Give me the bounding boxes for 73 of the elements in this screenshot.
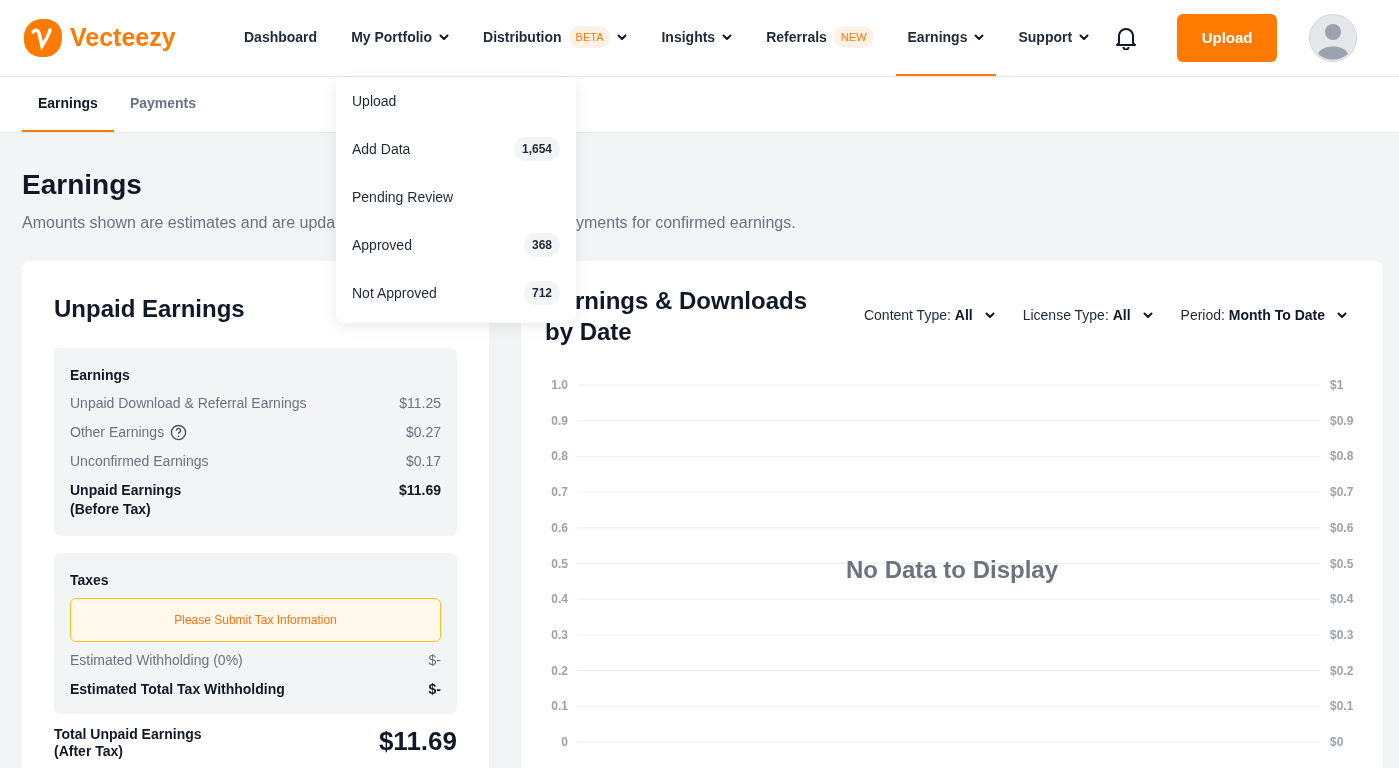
- axis-label: 0.1: [551, 699, 568, 714]
- nav-badge: NEW: [833, 25, 874, 49]
- axis-label: 0.2: [551, 663, 568, 678]
- row-label: Estimated Total Tax Withholding: [70, 680, 285, 699]
- row-label: Unpaid Download & Referral Earnings: [70, 394, 307, 413]
- total-value: $11.69: [378, 726, 457, 756]
- caret-icon: [1337, 312, 1347, 319]
- axis-label: 0.7: [551, 485, 568, 500]
- nav-item[interactable]: Support: [1006, 0, 1102, 76]
- axis-label: 0: [561, 735, 568, 749]
- axis-label: 0.8: [551, 449, 568, 464]
- row-value: $0.17: [405, 452, 441, 471]
- section-heading: Taxes: [70, 571, 110, 590]
- row-label: Unconfirmed Earnings: [70, 452, 209, 471]
- axis-label: 0.4: [551, 592, 568, 607]
- nav-item[interactable]: Dashboard: [232, 0, 330, 76]
- axis-label: 0.9: [551, 413, 568, 428]
- row-value: $11.25: [399, 394, 441, 413]
- page-subtitle: yments for confirmed earnings.: [576, 213, 796, 233]
- empty-chart-message: No Data to Display: [846, 556, 1058, 583]
- sub-tab[interactable]: Earnings: [22, 77, 114, 132]
- axis-label: $0.8: [1330, 449, 1354, 464]
- axis-label: $0.5: [1330, 556, 1354, 571]
- filter-dropdown[interactable]: Period: Month To Date: [1180, 305, 1347, 326]
- axis-label: 0.5: [551, 556, 568, 571]
- menu-item[interactable]: Add Data 1,654: [352, 125, 560, 173]
- chart-title: by Date: [545, 317, 633, 347]
- help-icon[interactable]: [170, 424, 188, 441]
- count-badge: 712: [523, 281, 560, 305]
- axis-label: 0.3: [551, 627, 568, 642]
- axis-label: $0.6: [1330, 520, 1354, 535]
- axis-label: $0: [1330, 735, 1344, 749]
- axis-label: $0.9: [1330, 413, 1354, 428]
- row-value: $0.27: [405, 423, 441, 442]
- menu-item[interactable]: Upload: [352, 77, 560, 125]
- axis-label: $0.7: [1330, 485, 1354, 500]
- caret-icon: [984, 312, 995, 319]
- notification-bell-icon[interactable]: [1115, 26, 1138, 50]
- axis-label: $0.4: [1330, 592, 1354, 607]
- filter-dropdown[interactable]: License Type: All: [1022, 305, 1153, 326]
- axis-label: 0.6: [551, 520, 568, 535]
- page-subtitle: Amounts shown are estimates and are upda: [22, 213, 336, 233]
- menu-item[interactable]: Pending Review: [352, 173, 560, 221]
- axis-label: $1: [1330, 378, 1344, 392]
- nav-item[interactable]: My Portfolio: [339, 0, 461, 76]
- row-value: $-: [428, 651, 441, 670]
- nav-item[interactable]: Distribution BETA: [471, 0, 640, 76]
- nav-badge: BETA: [568, 25, 611, 49]
- page-title: Earnings: [22, 168, 142, 202]
- count-badge: 1,654: [513, 137, 560, 161]
- row-label: Unpaid Earnings: [70, 481, 182, 500]
- sub-tab[interactable]: Payments: [113, 77, 213, 132]
- menu-item[interactable]: Not Approved 712: [352, 269, 560, 317]
- row-value: $11.69: [398, 481, 441, 500]
- caret-icon: [1142, 312, 1153, 319]
- nav-item[interactable]: Referrals NEW: [754, 0, 886, 76]
- total-note: (After Tax): [54, 743, 124, 760]
- axis-label: $0.2: [1330, 663, 1354, 678]
- row-label: Estimated Withholding (0%): [70, 651, 243, 670]
- count-badge: 368: [523, 233, 560, 257]
- axis-label: 1.0: [551, 378, 568, 392]
- row-value: $-: [428, 680, 441, 699]
- total-label: Total Unpaid Earnings: [54, 726, 202, 743]
- row-label: Other Earnings: [70, 423, 165, 442]
- filter-dropdown[interactable]: Content Type: All: [863, 305, 995, 326]
- nav-item[interactable]: Insights: [649, 0, 745, 76]
- card-title: Unpaid Earnings: [54, 295, 246, 323]
- menu-item[interactable]: Approved 368: [352, 221, 560, 269]
- axis-label: $0.3: [1330, 627, 1354, 642]
- section-heading: Earnings: [70, 366, 131, 385]
- axis-label: $0.1: [1330, 699, 1354, 714]
- row-note: (Before Tax): [70, 500, 152, 519]
- logo-icon: [22, 17, 64, 59]
